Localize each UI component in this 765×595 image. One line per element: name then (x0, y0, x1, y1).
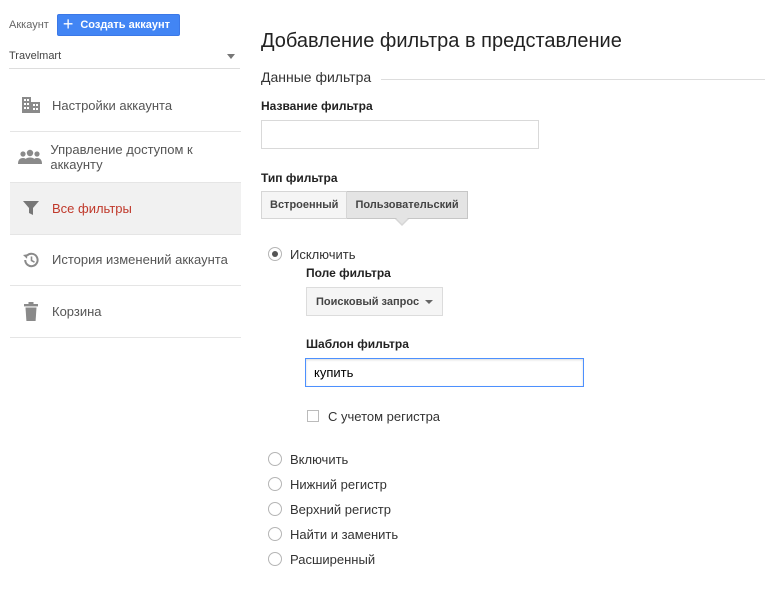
option-search-replace[interactable]: Найти и заменить (268, 526, 398, 542)
option-include-label: Включить (290, 451, 349, 467)
create-account-button[interactable]: + Создать аккаунт (56, 14, 181, 36)
section-divider (381, 78, 765, 80)
filter-pattern-input[interactable] (305, 358, 584, 387)
trash-icon (10, 301, 52, 321)
sidebar-item-account-settings[interactable]: Настройки аккаунта (10, 80, 241, 132)
case-sensitive-option[interactable]: С учетом регистра (307, 408, 440, 424)
filter-icon (10, 199, 52, 217)
option-search-replace-label: Найти и заменить (290, 526, 399, 542)
active-tab-pointer (395, 218, 409, 226)
building-icon (10, 96, 52, 114)
sidebar-nav: Настройки аккаунта Управление доступом к… (10, 80, 241, 338)
main-content: Добавление фильтра в представление Данны… (261, 0, 765, 595)
filter-field-select[interactable]: Поисковый запрос (306, 287, 443, 316)
sidebar: Аккаунт + Создать аккаунт Travelmart Нас… (0, 0, 241, 595)
case-sensitive-checkbox[interactable] (307, 410, 319, 422)
users-icon (10, 149, 50, 165)
radio-include[interactable] (268, 452, 282, 466)
radio-exclude[interactable] (268, 247, 282, 261)
sidebar-item-label: Управление доступом к аккаунту (50, 141, 193, 172)
account-label: Аккаунт (9, 19, 49, 31)
history-icon (10, 251, 52, 269)
chevron-down-icon (227, 53, 235, 59)
sidebar-item-label: Корзина (52, 303, 102, 319)
sidebar-item-label: Все фильтры (52, 200, 132, 216)
option-advanced-label: Расширенный (290, 551, 376, 567)
filter-name-label: Название фильтра (261, 99, 373, 113)
option-exclude-label: Исключить (290, 246, 356, 262)
sidebar-item-label: История изменений аккаунта (52, 252, 228, 268)
sidebar-item-change-history[interactable]: История изменений аккаунта (10, 235, 241, 286)
option-lowercase-label: Нижний регистр (290, 476, 387, 492)
section-header: Данные фильтра (261, 69, 765, 85)
option-uppercase-label: Верхний регистр (290, 501, 391, 517)
filter-field-value: Поисковый запрос (316, 295, 420, 308)
radio-advanced[interactable] (268, 552, 282, 566)
create-account-label: Создать аккаунт (80, 19, 171, 31)
page-title: Добавление фильтра в представление (261, 30, 622, 52)
tab-predefined[interactable]: Встроенный (261, 191, 348, 219)
option-lowercase[interactable]: Нижний регистр (268, 476, 387, 492)
option-exclude[interactable]: Исключить (268, 246, 356, 262)
chevron-down-icon (425, 299, 433, 304)
filter-pattern-label: Шаблон фильтра (306, 337, 409, 351)
plus-icon: + (62, 14, 74, 34)
radio-uppercase[interactable] (268, 502, 282, 516)
filter-field-label: Поле фильтра (306, 266, 391, 280)
sidebar-item-all-filters[interactable]: Все фильтры (10, 183, 241, 235)
option-advanced[interactable]: Расширенный (268, 551, 375, 567)
sidebar-item-access-management[interactable]: Управление доступом к аккаунту (10, 132, 241, 183)
account-selector[interactable]: Travelmart (9, 44, 240, 69)
filter-name-input[interactable] (261, 120, 539, 149)
filter-type-label: Тип фильтра (261, 171, 338, 185)
option-uppercase[interactable]: Верхний регистр (268, 501, 391, 517)
account-name: Travelmart (9, 50, 62, 62)
tab-custom[interactable]: Пользовательский (347, 191, 468, 219)
case-sensitive-label: С учетом регистра (328, 408, 441, 424)
account-header: Аккаунт + Создать аккаунт (9, 14, 181, 36)
radio-search-replace[interactable] (268, 527, 282, 541)
sidebar-item-trash[interactable]: Корзина (10, 286, 241, 338)
radio-lowercase[interactable] (268, 477, 282, 491)
section-title: Данные фильтра (261, 69, 372, 85)
sidebar-item-label: Настройки аккаунта (52, 97, 173, 113)
filter-type-toggle: Встроенный Пользовательский (261, 191, 468, 219)
option-include[interactable]: Включить (268, 451, 348, 467)
